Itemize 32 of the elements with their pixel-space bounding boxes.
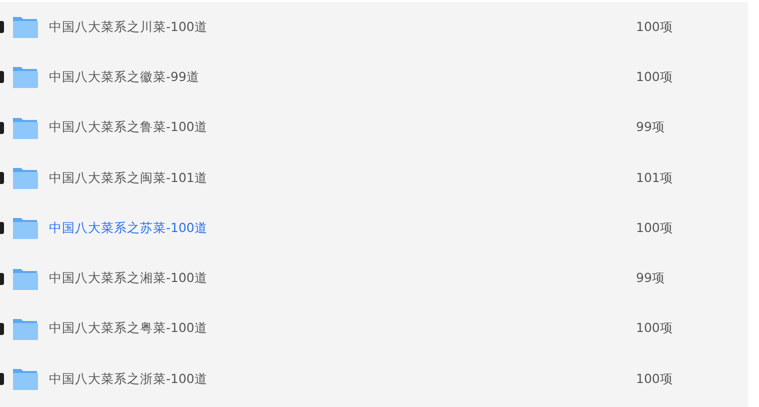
edge-marker [0, 172, 4, 184]
folder-name[interactable]: 中国八大菜系之闽菜-101道 [49, 170, 636, 187]
edge-marker [0, 21, 4, 34]
folder-name[interactable]: 中国八大菜系之川菜-100道 [49, 18, 636, 36]
folder-name[interactable]: 中国八大菜系之粤菜-100道 [49, 320, 636, 338]
folder-name[interactable]: 中国八大菜系之鲁菜-100道 [49, 119, 636, 136]
item-count: 99项 [636, 270, 665, 288]
folder-name[interactable]: 中国八大菜系之苏菜-100道 [49, 220, 636, 237]
item-count: 101项 [636, 170, 673, 187]
edge-marker [0, 322, 4, 335]
folder-name[interactable]: 中国八大菜系之湘菜-100道 [49, 270, 636, 288]
edge-marker [0, 122, 4, 134]
edge-marker [0, 272, 4, 285]
folder-name[interactable]: 中国八大菜系之浙菜-100道 [49, 370, 636, 388]
edge-marker [0, 222, 4, 234]
item-count: 100项 [636, 68, 673, 86]
item-count: 100项 [636, 220, 673, 237]
edge-marker [0, 373, 4, 386]
folder-icon [12, 15, 38, 40]
item-count: 99项 [636, 119, 665, 136]
edge-marker [0, 71, 4, 84]
item-count: 100项 [636, 370, 673, 388]
folder-icon [12, 216, 38, 240]
item-count: 100项 [636, 18, 673, 36]
folder-icon [12, 316, 38, 341]
folder-icon [12, 166, 38, 190]
folder-icon [12, 367, 38, 392]
folder-icon [12, 116, 38, 140]
folder-icon [12, 65, 38, 90]
item-count: 100项 [636, 320, 673, 338]
folder-name[interactable]: 中国八大菜系之徽菜-99道 [49, 68, 636, 86]
folder-icon [12, 266, 38, 291]
